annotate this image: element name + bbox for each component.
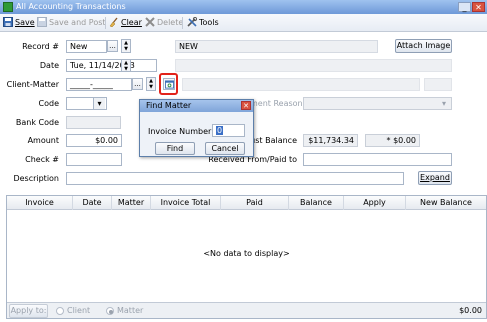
delete-x-icon — [145, 17, 155, 27]
grid-footer: Apply to: Client Matter $0.00 — [7, 302, 486, 318]
find-matter-button[interactable] — [163, 78, 175, 90]
calendar-search-icon — [165, 80, 174, 89]
client-matter-name-field — [182, 78, 420, 91]
matter-radio-label: Matter — [117, 306, 144, 315]
invoice-grid: Invoice Date Matter Invoice Total Paid B… — [6, 195, 487, 319]
column-header-matter[interactable]: Matter — [112, 196, 151, 210]
column-header-invoice[interactable]: Invoice — [7, 196, 73, 210]
description-label: Description — [13, 174, 59, 183]
client-matter-field[interactable]: _____-_____ — [66, 78, 132, 91]
client-radio[interactable] — [56, 307, 64, 315]
client-radio-label: Client — [67, 306, 91, 315]
invoice-number-input[interactable]: 0 — [212, 124, 245, 137]
grid-header: Invoice Date Matter Invoice Total Paid B… — [7, 196, 486, 210]
check-number-label: Check # — [25, 155, 59, 164]
attach-image-button[interactable]: Attach Image — [395, 39, 452, 53]
column-header-balance[interactable]: Balance — [289, 196, 344, 210]
cancel-button[interactable]: Cancel — [205, 142, 245, 155]
matter-radio[interactable] — [106, 307, 114, 315]
save-icon — [3, 17, 13, 27]
save-and-post-button[interactable]: Save and Post — [37, 16, 106, 30]
client-matter-spin[interactable]: ▲ ▼ — [146, 77, 156, 91]
window-title-bar: All Accounting Transactions _ ✕ — [0, 0, 487, 14]
date-extra-field — [175, 59, 452, 72]
invoice-number-value: 0 — [216, 126, 224, 135]
code-select[interactable]: ▾ — [66, 97, 107, 110]
check-number-field[interactable] — [66, 153, 122, 166]
date-spin[interactable]: ▲ ▼ — [121, 59, 131, 72]
column-header-apply[interactable]: Apply — [344, 196, 406, 210]
amount-label: Amount — [27, 136, 59, 145]
column-header-new-balance[interactable]: New Balance — [406, 196, 486, 210]
record-lookup-button[interactable]: ... — [107, 40, 118, 52]
chevron-down-icon: ▾ — [441, 99, 446, 108]
bank-code-field — [66, 116, 121, 129]
grid-total: $0.00 — [459, 306, 482, 315]
tools-button[interactable]: Tools — [187, 16, 219, 30]
record-spin[interactable]: ▲ ▼ — [121, 39, 131, 53]
toolbar-separator — [182, 17, 183, 29]
expand-button[interactable]: Expand — [418, 171, 452, 185]
radio-selected-dot — [109, 310, 113, 314]
minimize-button[interactable]: _ — [458, 2, 471, 12]
column-header-invoice-total[interactable]: Invoice Total — [151, 196, 221, 210]
save-post-icon — [37, 17, 47, 27]
chevron-down-icon: ▾ — [93, 98, 105, 109]
find-matter-dialog: Find Matter ✕ Invoice Number 0 Find Canc… — [139, 99, 254, 157]
dialog-title: Find Matter — [146, 101, 192, 110]
app-icon — [3, 2, 13, 12]
column-header-paid[interactable]: Paid — [221, 196, 289, 210]
client-matter-lookup-button[interactable]: ... — [132, 78, 143, 90]
delete-label: Delete — [157, 18, 184, 27]
apply-to-button[interactable]: Apply to: — [9, 304, 48, 318]
client-matter-label: Client-Matter — [6, 80, 59, 89]
client-matter-extra-field — [424, 78, 452, 91]
column-header-date[interactable]: Date — [73, 196, 112, 210]
trust-balance-value: $11,734.34 — [303, 134, 358, 147]
invoice-number-label: Invoice Number — [148, 127, 212, 136]
empty-grid-message: <No data to display> — [203, 249, 290, 258]
code-label: Code — [38, 99, 59, 108]
record-status-field: NEW — [175, 40, 378, 53]
trust-balance-after-value: * $0.00 — [365, 134, 420, 147]
toolbar: Save Save and Post Clear Delete Tools — [0, 14, 487, 32]
date-field[interactable]: Tue, 11/14/2023 — [66, 59, 157, 72]
delete-button[interactable]: Delete — [145, 16, 183, 30]
received-paid-field[interactable] — [303, 153, 452, 166]
tools-label: Tools — [199, 18, 219, 27]
dialog-title-bar: Find Matter ✕ — [140, 100, 253, 112]
adjustment-reason-select: ▾ — [303, 97, 452, 110]
save-label: Save — [15, 18, 35, 27]
find-button[interactable]: Find — [155, 142, 195, 155]
dialog-close-button[interactable]: ✕ — [241, 101, 251, 110]
amount-field[interactable]: $0.00 — [66, 134, 122, 147]
description-field[interactable] — [66, 172, 404, 185]
date-label: Date — [39, 61, 59, 70]
record-field[interactable]: New — [66, 40, 107, 53]
close-window-button[interactable]: ✕ — [472, 2, 485, 12]
record-label: Record # — [22, 42, 59, 51]
clear-button[interactable]: Clear — [109, 16, 142, 30]
toolbar-separator — [105, 17, 106, 29]
tools-icon — [187, 17, 197, 27]
bank-code-label: Bank Code — [15, 118, 59, 127]
save-button[interactable]: Save — [3, 16, 35, 30]
window-title: All Accounting Transactions — [16, 2, 126, 11]
clear-label: Clear — [121, 18, 142, 27]
broom-icon — [109, 17, 118, 27]
save-and-post-label: Save and Post — [49, 18, 106, 27]
